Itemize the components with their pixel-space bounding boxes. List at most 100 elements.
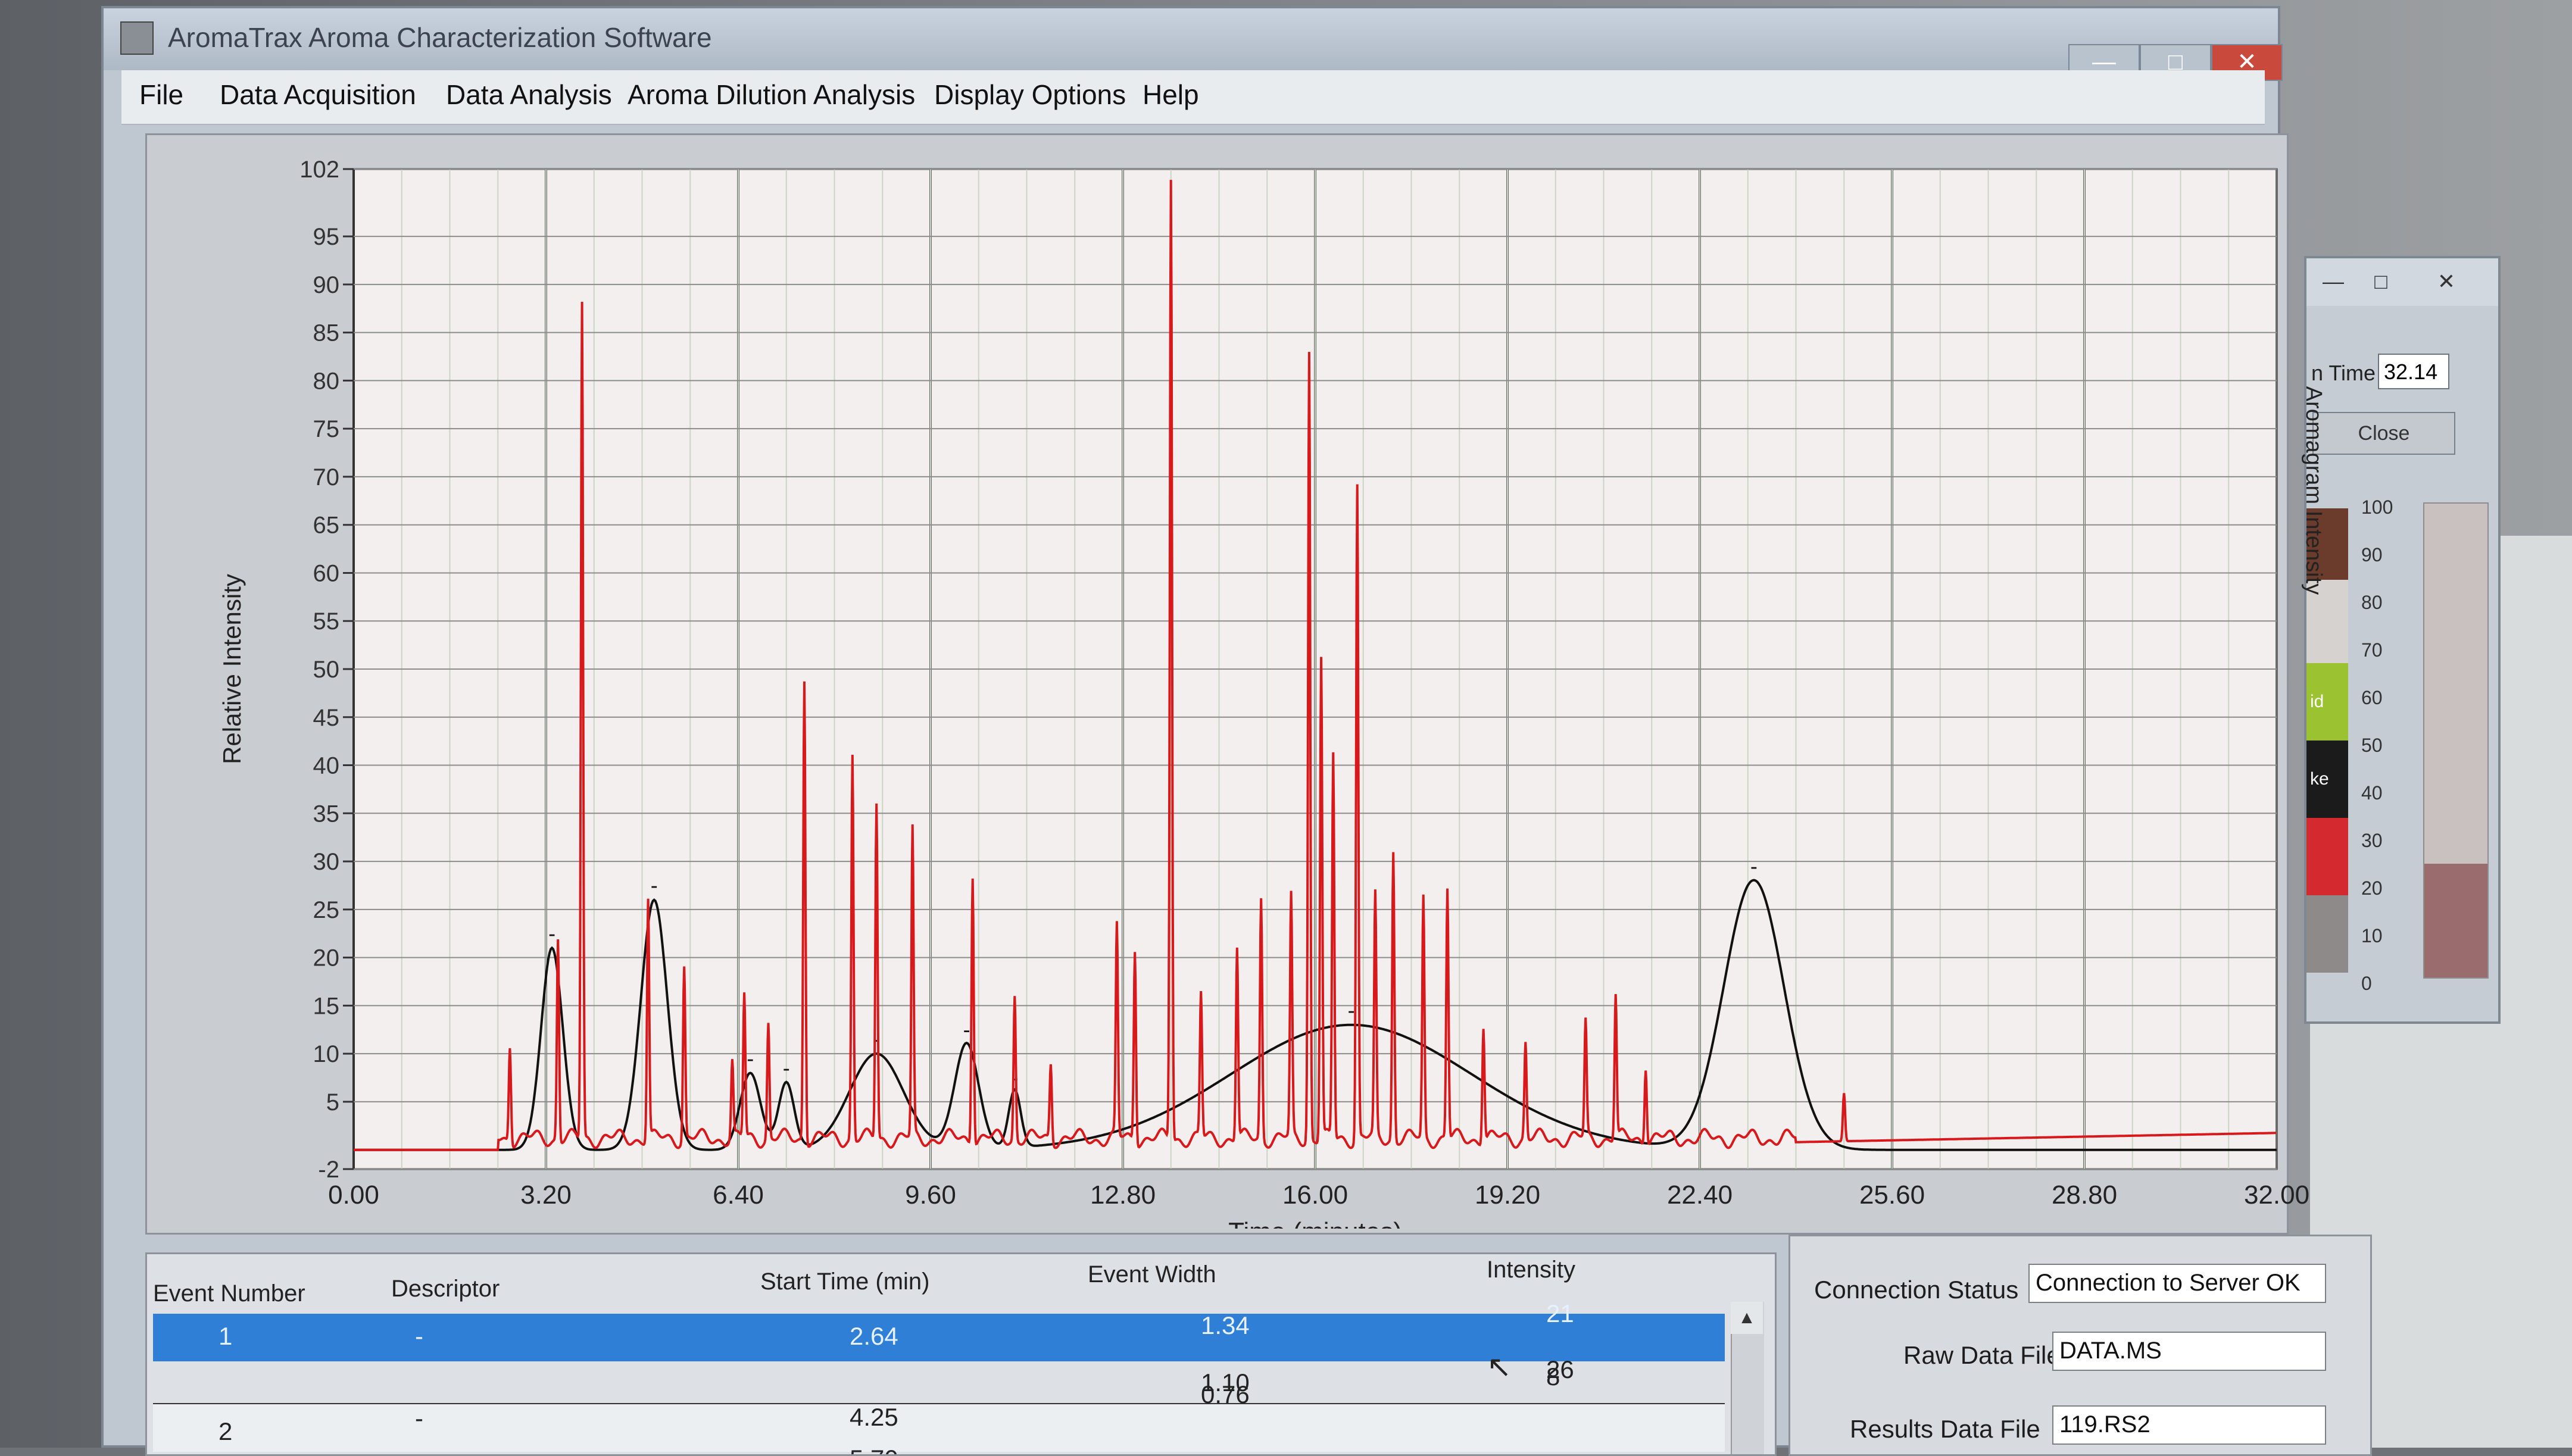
results-data-file-field[interactable]: 119.RS2 (2052, 1405, 2326, 1445)
y-tick-label: 65 (313, 513, 340, 539)
results-data-file-label: Results Data File (1850, 1415, 2040, 1443)
intensity-meter (2423, 502, 2489, 979)
col-descriptor: Descriptor (391, 1276, 500, 1302)
x-tick-label: 16.00 (1282, 1180, 1348, 1210)
cell-start: 2.64 (850, 1322, 898, 1350)
menu-data-acquisition[interactable]: Data Acquisition (220, 79, 416, 111)
app-icon (120, 21, 154, 55)
y-tick-label: 25 (313, 897, 340, 923)
peak-marker: - (1348, 998, 1355, 1023)
y-tick-label: 30 (313, 849, 340, 875)
connection-status-field: Connection to Server OK (2028, 1264, 2326, 1303)
close-icon[interactable]: ✕ (2426, 265, 2467, 298)
y-tick-label: 102 (299, 157, 339, 183)
cell-event: 1 (219, 1322, 233, 1350)
x-tick-label: 28.80 (2052, 1180, 2117, 1210)
meter-titlebar: — □ ✕ (2306, 258, 2498, 306)
y-tick-label: 10 (313, 1041, 340, 1067)
cell-descriptor: - (415, 1322, 423, 1350)
y-tick-label: 85 (313, 320, 340, 346)
main-window: AromaTrax Aroma Characterization Softwar… (101, 6, 2372, 1456)
scroll-up-icon[interactable]: ▲ (1731, 1302, 1763, 1334)
mouse-cursor-icon: ↖ (1487, 1350, 1512, 1383)
meter-tick-label: 0 (2361, 973, 2372, 994)
peak-marker: - (747, 1046, 754, 1070)
cell-event: 2 (219, 1417, 233, 1445)
peak-marker: - (963, 1017, 970, 1042)
y-tick-label: 60 (313, 560, 340, 586)
y2-axis-title: Aromagram Intensity (2301, 386, 2324, 595)
y-axis-title: Relative Intensity (218, 574, 246, 764)
chromatogram-chart: 0.00 3.20 6.40 9.60 12.80 16.00 19.20 22.40 25.6… (218, 157, 2324, 1229)
col-event-width: Event Width (1088, 1261, 1216, 1288)
y-tick-label: 75 (313, 416, 340, 442)
cell-intensity: 21 (1546, 1299, 1574, 1327)
y-tick-label: 70 (313, 464, 340, 490)
meter-tick-label: 20 (2361, 877, 2383, 899)
meter-tick-label: 60 (2361, 687, 2383, 708)
cell-start: 5.70 (850, 1445, 898, 1454)
peak-marker: - (548, 921, 555, 945)
menu-help[interactable]: Help (1143, 79, 1199, 111)
meter-tick-label: 70 (2361, 639, 2383, 661)
menu-data-analysis[interactable]: Data Analysis (446, 79, 612, 111)
meter-tick-label: 30 (2361, 830, 2383, 851)
aromagram-meter-window: — □ ✕ n Time 32.14 Close id ke 100 90 80 70… (2304, 256, 2501, 1024)
y-tick-label: 40 (313, 753, 340, 779)
x-tick-label: 32.00 (2244, 1180, 2309, 1210)
x-tick-label: 3.20 (520, 1180, 572, 1210)
y-tick-label: -2 (318, 1157, 339, 1183)
menu-aroma-dilution-analysis[interactable]: Aroma Dilution Analysis (628, 79, 915, 111)
cell-width: 0.76 (1201, 1380, 1250, 1408)
col-event-number: Event Number (153, 1280, 305, 1307)
intensity-meter-fill (2424, 863, 2487, 977)
run-time-field[interactable]: 32.14 (2378, 354, 2449, 389)
x-axis-title: Time (minutes) (1228, 1217, 1402, 1229)
y-tick-label: 35 (313, 801, 340, 827)
menu-bar: File Data Acquisition Data Analysis Arom… (121, 70, 2265, 125)
meter-close-button[interactable]: Close (2312, 412, 2455, 455)
meter-tick-label: 100 (2361, 496, 2393, 518)
meter-tick-label: 90 (2361, 544, 2383, 565)
meter-tick-label: 80 (2361, 592, 2383, 613)
y-tick-label: 50 (313, 657, 340, 683)
x-tick-label: 19.20 (1475, 1180, 1540, 1210)
y-tick-label: 15 (313, 993, 340, 1019)
x-tick-label: 25.60 (1859, 1180, 1925, 1210)
peak-marker: - (783, 1056, 790, 1080)
events-table: Event Number Descriptor Start Time (min)… (145, 1252, 1777, 1456)
cell-start: 4.25 (850, 1403, 898, 1431)
menu-file[interactable]: File (139, 79, 183, 111)
window-title: AromaTrax Aroma Characterization Softwar… (168, 22, 712, 53)
x-tick-label: 12.80 (1090, 1180, 1156, 1210)
x-tick-label: 0.00 (328, 1180, 379, 1210)
table-row[interactable]: 5.70 (153, 1445, 1725, 1454)
meter-tick-label: 40 (2361, 782, 2383, 804)
x-tick-label: 22.40 (1667, 1180, 1733, 1210)
status-panel: Connection Status Connection to Server O… (1788, 1235, 2372, 1456)
maximize-icon[interactable]: □ (2360, 265, 2402, 298)
cell-descriptor: - (415, 1404, 423, 1432)
y-tick-label: 95 (313, 224, 340, 250)
meter-tick-label: 10 (2361, 925, 2383, 946)
raw-data-file-field[interactable]: DATA.MS (2052, 1332, 2326, 1371)
y-tick-label: 45 (313, 705, 340, 731)
peak-marker: - (1750, 854, 1758, 878)
x-tick-label: 6.40 (713, 1180, 764, 1210)
titlebar: AromaTrax Aroma Characterization Softwar… (104, 8, 2283, 81)
y-tick-label: 80 (313, 368, 340, 394)
menu-display-options[interactable]: Display Options (934, 79, 1126, 111)
y-tick-label: 90 (313, 272, 340, 298)
y-tick-label: 55 (313, 608, 340, 635)
y-tick-label: 5 (326, 1089, 339, 1116)
x-tick-label: 9.60 (905, 1180, 956, 1210)
col-start-time: Start Time (min) (760, 1268, 930, 1295)
cell-width: 1.34 (1201, 1311, 1250, 1339)
peak-marker: - (651, 873, 658, 898)
table-row[interactable]: 1.10 26 ↖ (153, 1350, 1725, 1407)
col-intensity: Intensity (1487, 1257, 1575, 1283)
raw-data-file-label: Raw Data File (1903, 1341, 2061, 1369)
y-tick-label: 20 (313, 945, 340, 971)
meter-tick-label: 50 (2361, 735, 2383, 756)
connection-status-label: Connection Status (1814, 1276, 2019, 1304)
